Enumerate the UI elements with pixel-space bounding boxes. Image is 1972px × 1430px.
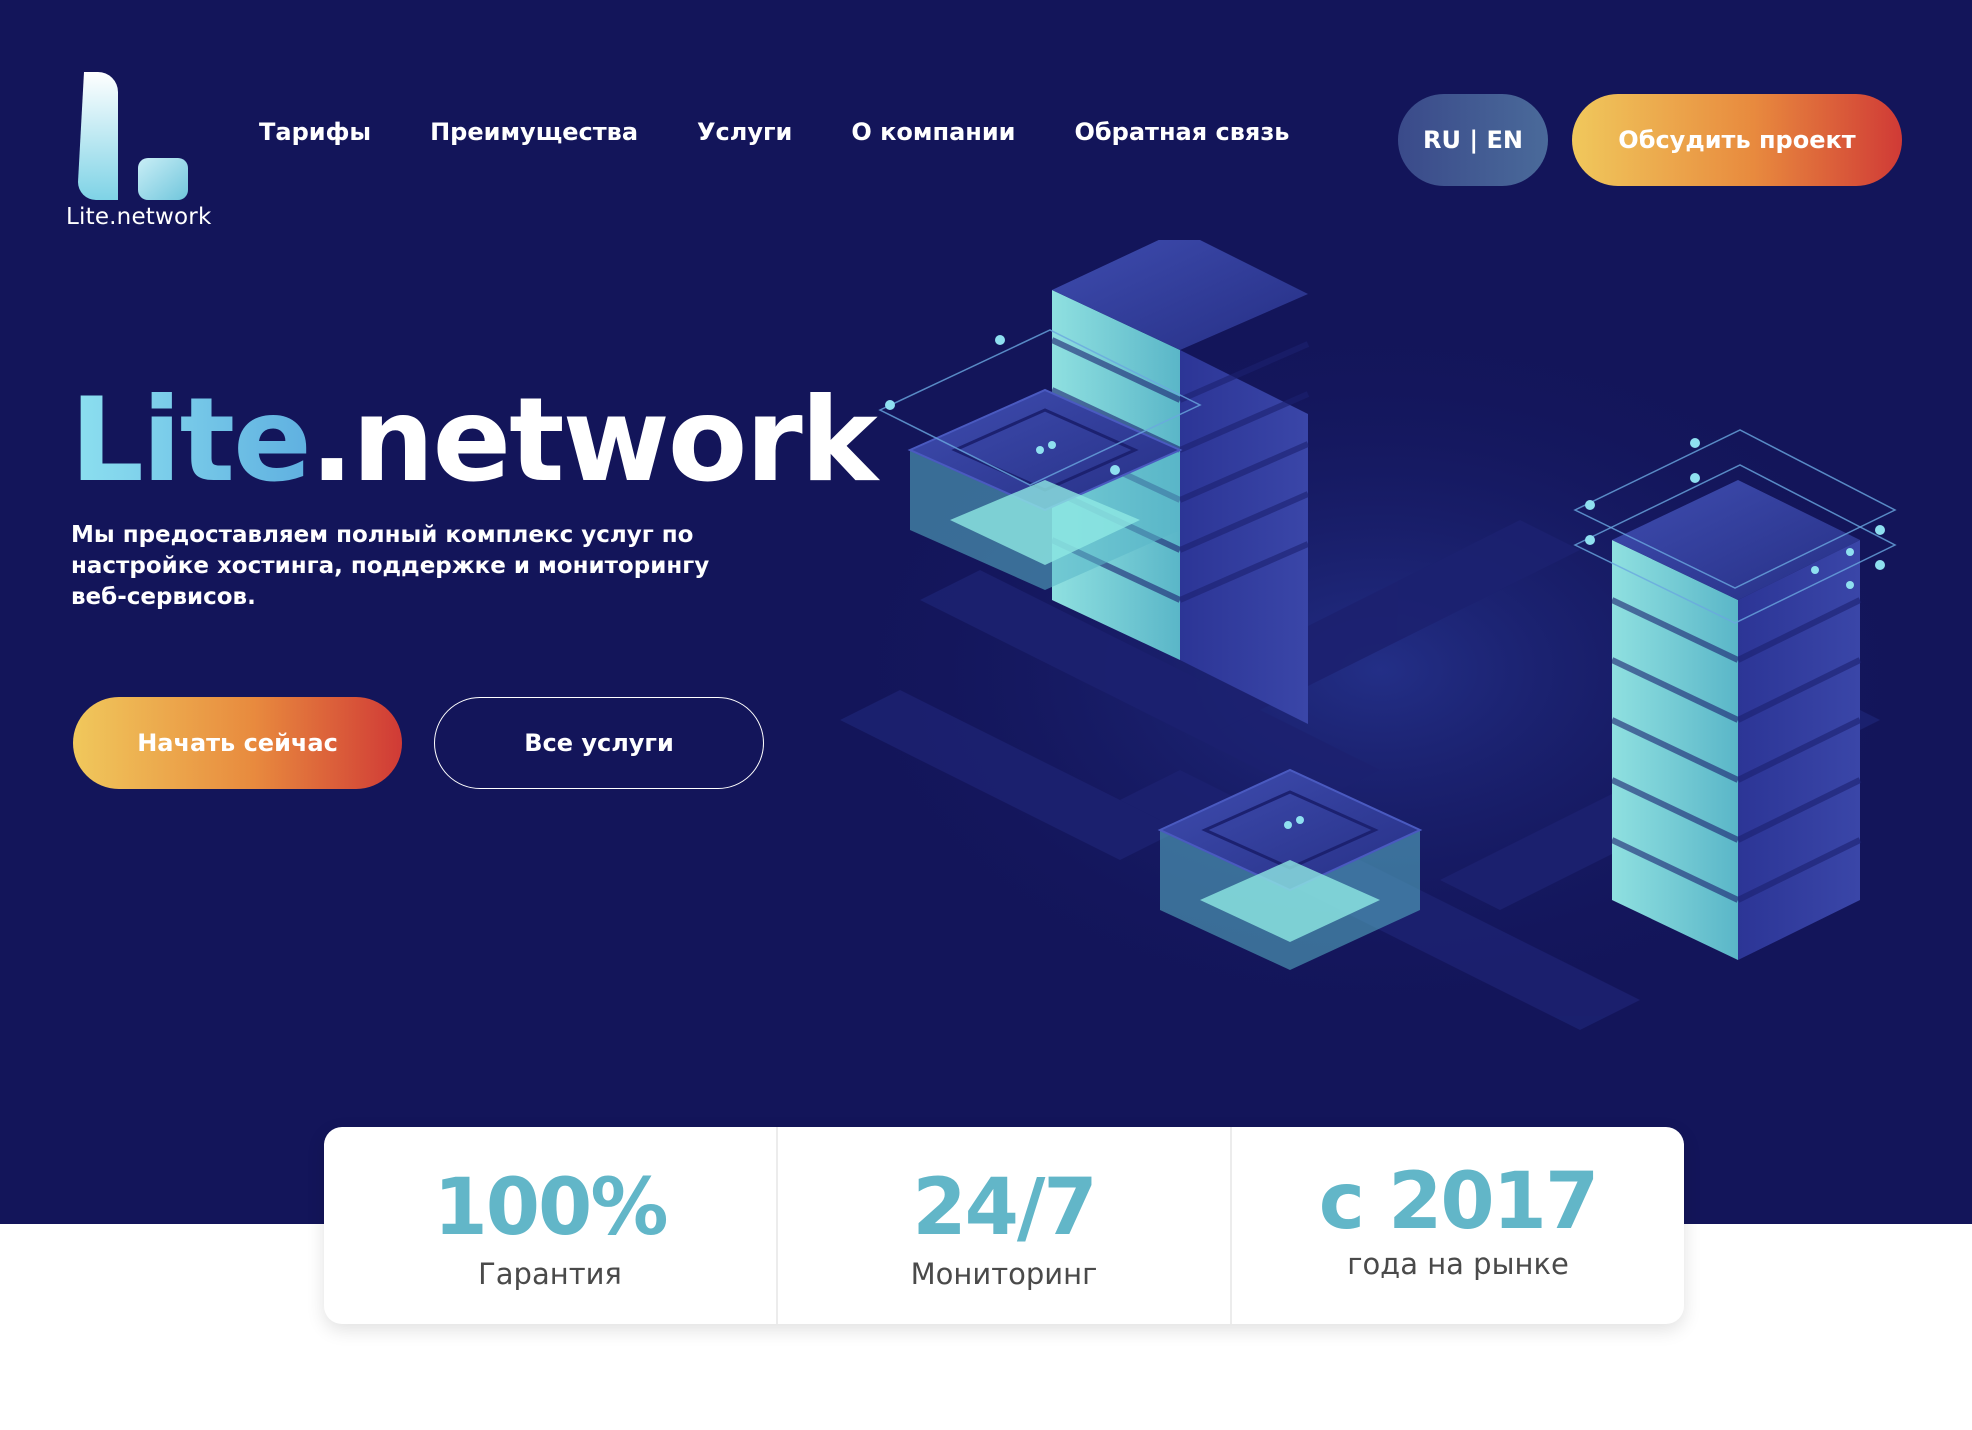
hero-title-part1: Lite <box>70 373 312 508</box>
logo-text: Lite.network <box>66 204 212 230</box>
stat-label: года на рынке <box>1347 1247 1569 1281</box>
stat-value: 100% <box>433 1163 669 1253</box>
nav-item-feedback[interactable]: Обратная связь <box>1075 118 1290 146</box>
stat-monitoring: 24/7 Мониторинг <box>776 1127 1230 1324</box>
stat-years-on-market: с 2017 года на рынке <box>1230 1127 1684 1324</box>
nav-item-about[interactable]: О компании <box>851 118 1015 146</box>
stat-value: 24/7 <box>912 1163 1097 1253</box>
discuss-project-button[interactable]: Обсудить проект <box>1572 94 1902 186</box>
nav-item-services[interactable]: Услуги <box>697 118 792 146</box>
nav-item-advantages[interactable]: Преимущества <box>430 118 638 146</box>
stat-guarantee: 100% Гарантия <box>324 1127 776 1324</box>
hero-title: Lite.network <box>70 383 878 499</box>
start-now-button[interactable]: Начать сейчас <box>73 697 402 789</box>
language-switcher[interactable]: RU | EN <box>1398 94 1548 186</box>
stats-panel: 100% Гарантия 24/7 Мониторинг с 2017 год… <box>324 1127 1684 1324</box>
stat-value: с 2017 <box>1318 1157 1599 1247</box>
logo-icon <box>78 72 188 200</box>
logo[interactable]: Lite.network <box>66 70 212 235</box>
landing-page: Lite.network Тарифы Преимущества Услуги … <box>0 0 1972 1430</box>
stat-label: Гарантия <box>478 1257 622 1291</box>
main-nav: Тарифы Преимущества Услуги О компании Об… <box>259 118 1348 146</box>
nav-item-tariffs[interactable]: Тарифы <box>259 118 371 146</box>
hero-description: Мы предоставляем полный комплекс услуг п… <box>71 522 710 610</box>
servers-illustration <box>820 240 1940 1030</box>
all-services-button[interactable]: Все услуги <box>434 697 764 789</box>
stat-label: Мониторинг <box>910 1257 1098 1291</box>
